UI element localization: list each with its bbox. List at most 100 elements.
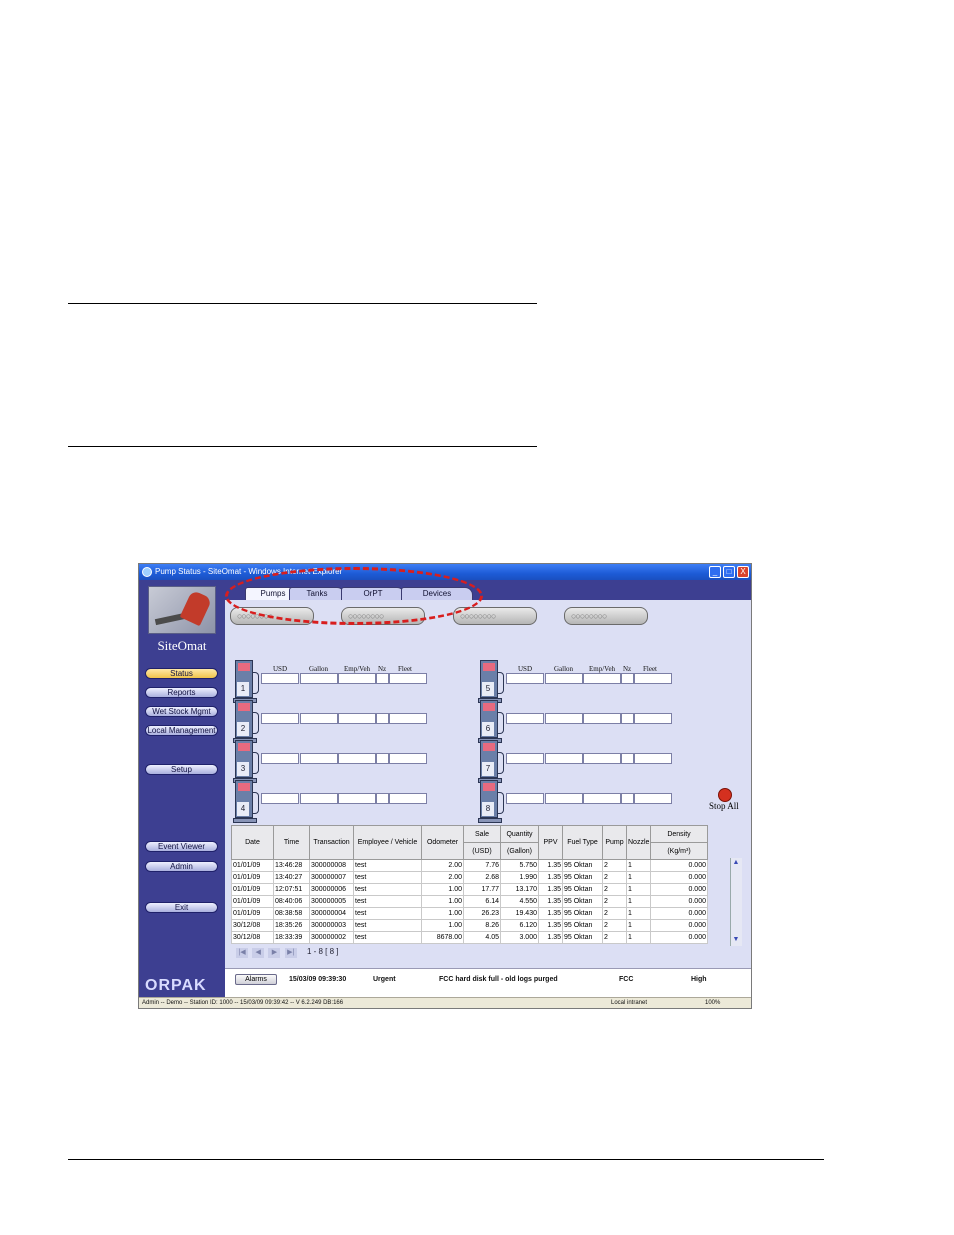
col-transaction[interactable]: Transaction [309, 825, 354, 860]
tab-orpt[interactable]: OrPT [341, 587, 405, 600]
cell-density: 0.000 [650, 907, 708, 920]
table-row[interactable]: 01/01/09 13:40:27 300000007 test 2.00 2.68 1.9… [231, 871, 708, 884]
pump-usd-field [261, 753, 299, 764]
nav-status[interactable]: Status [145, 668, 218, 679]
prev-page-button[interactable]: ◀ [252, 948, 265, 958]
cell-ppv: 1.35 [538, 919, 563, 932]
fuel-pump-icon[interactable]: 7 [478, 740, 506, 784]
cell-pump: 2 [602, 871, 627, 884]
cell-quantity: 3.000 [500, 931, 539, 944]
tab-tanks[interactable]: Tanks [289, 587, 345, 600]
close-button[interactable]: X [737, 566, 749, 578]
nav-reports[interactable]: Reports [145, 687, 218, 698]
nav-wet-stock[interactable]: Wet Stock Mgmt [145, 706, 218, 717]
fuel-pump-icon[interactable]: 1 [233, 660, 261, 704]
nav-local-management[interactable]: Local Management [145, 725, 218, 736]
cell-date: 01/01/09 [231, 871, 274, 884]
cell-pump: 2 [602, 907, 627, 920]
cell-nozzle: 1 [626, 859, 651, 872]
col-date[interactable]: Date [231, 825, 274, 860]
footer-rule [68, 1159, 824, 1160]
table-row[interactable]: 01/01/09 13:46:28 300000008 test 2.00 7.76 5.7… [231, 859, 708, 872]
fuel-pump-icon[interactable]: 4 [233, 780, 261, 824]
zoom-level[interactable]: 100% [705, 998, 720, 1008]
cell-time: 13:46:28 [273, 859, 310, 872]
stop-hand-icon[interactable] [718, 788, 732, 802]
pump-group-4[interactable]: ○○○○○○○○ [564, 607, 648, 625]
cell-nozzle: 1 [626, 871, 651, 884]
pump-gallon-field [545, 793, 583, 804]
cell-nozzle: 1 [626, 895, 651, 908]
pump-usd-field [261, 673, 299, 684]
stop-all-button[interactable]: Stop All [709, 801, 739, 811]
next-page-button[interactable]: ▶ [268, 948, 281, 958]
scroll-up-icon[interactable]: ▲ [732, 859, 740, 867]
fuel-pump-icon[interactable]: 3 [233, 740, 261, 784]
pump-group-2[interactable]: ○○○○○○○○ [341, 607, 425, 625]
cell-transaction: 300000008 [309, 859, 354, 872]
zone-text: Local intranet [611, 1000, 648, 1006]
maximize-button[interactable]: □ [723, 566, 735, 578]
cell-employee: test [353, 907, 422, 920]
nav-setup[interactable]: Setup [145, 764, 218, 775]
col-nozzle[interactable]: Nozzle [626, 825, 651, 860]
cell-odometer: 1.00 [421, 907, 464, 920]
cell-quantity: 4.550 [500, 895, 539, 908]
col-ppv[interactable]: PPV [538, 825, 563, 860]
pump-fleet-field [634, 753, 672, 764]
col-odometer[interactable]: Odometer [421, 825, 464, 860]
cell-pump: 2 [602, 895, 627, 908]
col-pump[interactable]: Pump [602, 825, 627, 860]
header-emp-veh: Emp/Veh [589, 665, 616, 673]
pump-group-3[interactable]: ○○○○○○○○ [453, 607, 537, 625]
col-employee[interactable]: Employee / Vehicle [353, 825, 422, 860]
table-row[interactable]: 30/12/08 18:35:26 300000003 test 1.00 8.26 6.1… [231, 919, 708, 932]
last-page-button[interactable]: ▶| [284, 948, 297, 958]
table-row[interactable]: 30/12/08 18:33:39 300000002 test 8678.00 4.05… [231, 931, 708, 944]
table-row[interactable]: 01/01/09 08:38:58 300000004 test 1.00 26.23 19… [231, 907, 708, 920]
fuel-pump-icon[interactable]: 6 [478, 700, 506, 744]
pump-group-1[interactable]: ○○○○○○○○ [230, 607, 314, 625]
pump-fleet-field [389, 793, 427, 804]
pump-usd-field [506, 793, 544, 804]
pump-fleet-field [634, 793, 672, 804]
window-title: Pump Status - SiteOmat - Windows Interne… [155, 567, 343, 576]
table-row[interactable]: 01/01/09 12:07:51 300000006 test 1.00 17.77 13… [231, 883, 708, 896]
sidebar: SiteOmat Status Reports Wet Stock Mgmt L… [139, 580, 225, 997]
minimize-button[interactable]: _ [709, 566, 721, 578]
pump-indicators: ○○○○○○○○ [348, 611, 384, 621]
first-page-button[interactable]: |◀ [236, 948, 248, 958]
col-fuel[interactable]: Fuel Type [562, 825, 603, 860]
pump-usd-field [506, 713, 544, 724]
header-usd: USD [273, 665, 288, 673]
cell-nozzle: 1 [626, 907, 651, 920]
pump-gallon-field [300, 673, 338, 684]
alarm-level: High [691, 976, 707, 983]
tab-devices[interactable]: Devices [401, 587, 473, 600]
cell-transaction: 300000003 [309, 919, 354, 932]
col-quantity[interactable]: Quantity [500, 825, 539, 843]
scroll-down-icon[interactable]: ▼ [732, 936, 740, 944]
nav-event-viewer[interactable]: Event Viewer [145, 841, 218, 852]
cell-pump: 2 [602, 883, 627, 896]
cell-transaction: 300000005 [309, 895, 354, 908]
alarms-button[interactable]: Alarms [235, 974, 277, 985]
fuel-pump-icon[interactable]: 8 [478, 780, 506, 824]
header-emp-veh: Emp/Veh [344, 665, 371, 673]
fuel-pump-icon[interactable]: 2 [233, 700, 261, 744]
pump-nozzle-icon [148, 586, 216, 634]
pump-gallon-field [300, 713, 338, 724]
nav-admin[interactable]: Admin [145, 861, 218, 872]
nav-exit[interactable]: Exit [145, 902, 218, 913]
pump-emp-field [338, 713, 376, 724]
table-row[interactable]: 01/01/09 08:40:06 300000005 test 1.00 6.14 4.5… [231, 895, 708, 908]
fuel-pump-icon[interactable]: 5 [478, 660, 506, 704]
col-density[interactable]: Density [650, 825, 708, 843]
table-scrollbar[interactable]: ▲ ▼ [730, 858, 742, 946]
cell-time: 08:40:06 [273, 895, 310, 908]
col-sale[interactable]: Sale [463, 825, 501, 843]
col-time[interactable]: Time [273, 825, 310, 860]
pump-nz-field [376, 673, 389, 684]
table-pager: |◀ ◀ ▶ ▶| 1 - 8 [ 8 ] [236, 947, 339, 958]
pump-emp-field [583, 753, 621, 764]
